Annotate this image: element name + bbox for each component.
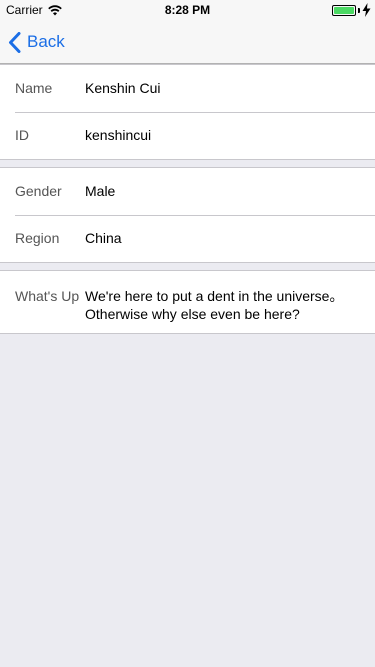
battery-level — [334, 7, 354, 14]
back-button[interactable]: Back — [8, 20, 65, 64]
row-label: Region — [15, 230, 60, 246]
row-label: What's Up — [15, 288, 80, 304]
whats-up-row[interactable]: What's Up We're here to put a dent in th… — [0, 271, 375, 333]
back-label: Back — [27, 32, 65, 51]
row-value: kenshincui — [85, 127, 152, 143]
charging-bolt-icon — [362, 3, 371, 17]
battery-icon — [332, 5, 356, 16]
row-value: China — [85, 230, 122, 246]
row-value: Kenshin Cui — [85, 80, 161, 96]
profile-section-details: Gender Male Region China — [0, 167, 375, 263]
navigation-bar: Back — [0, 20, 375, 64]
battery-cap — [358, 8, 360, 13]
name-row[interactable]: Name Kenshin Cui — [0, 65, 375, 112]
row-label: Gender — [15, 183, 62, 199]
status-bar: Carrier 8:28 PM — [0, 0, 375, 20]
row-value: We're here to put a dent in the universe… — [85, 288, 344, 322]
row-value: Male — [85, 183, 116, 199]
status-time: 8:28 PM — [164, 3, 211, 17]
profile-section-status: What's Up We're here to put a dent in th… — [0, 270, 375, 334]
chevron-left-icon — [9, 31, 21, 53]
gender-row[interactable]: Gender Male — [0, 168, 375, 215]
id-row[interactable]: ID kenshincui — [0, 112, 375, 159]
region-row[interactable]: Region China — [0, 215, 375, 262]
profile-section-identity: Name Kenshin Cui ID kenshincui — [0, 64, 375, 160]
row-label: ID — [15, 127, 29, 143]
row-label: Name — [15, 80, 53, 96]
